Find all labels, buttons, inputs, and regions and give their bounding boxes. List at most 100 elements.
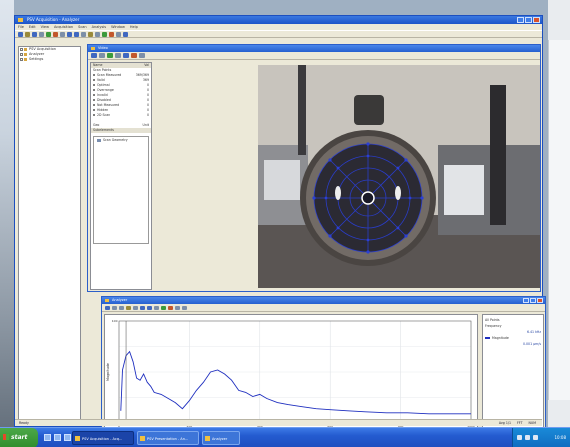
export-icon[interactable] bbox=[119, 305, 124, 310]
expand-icon[interactable] bbox=[20, 58, 23, 61]
spectrum-titlebar[interactable]: Analyzer bbox=[102, 297, 545, 304]
expand-icon[interactable] bbox=[20, 53, 23, 56]
scan-icon[interactable] bbox=[60, 31, 65, 37]
scan-point bbox=[366, 154, 370, 158]
list-item[interactable]: Scan Geometry bbox=[97, 138, 145, 142]
play-icon[interactable] bbox=[46, 31, 51, 37]
help-icon[interactable] bbox=[123, 31, 128, 37]
taskbar-item-presentation[interactable]: PSV Presentation - An... bbox=[137, 431, 199, 445]
app-window: PSV Acquisition - Analyzer File Edit Vie… bbox=[14, 15, 546, 436]
start-button[interactable]: start bbox=[0, 428, 38, 447]
spectrum-maximize-button[interactable] bbox=[530, 298, 536, 303]
camera-icon[interactable] bbox=[102, 31, 107, 37]
status-text: Ready bbox=[19, 421, 29, 425]
brightness-icon[interactable] bbox=[115, 53, 121, 58]
subelements-list[interactable]: Scan Geometry bbox=[93, 136, 149, 244]
pan-icon[interactable] bbox=[81, 31, 86, 37]
scale-icon[interactable] bbox=[133, 305, 138, 310]
dropdown-icon[interactable] bbox=[139, 53, 145, 58]
select-icon[interactable] bbox=[91, 53, 97, 58]
network-icon[interactable] bbox=[517, 435, 522, 440]
background-window-strip bbox=[548, 40, 570, 400]
main-toolbar bbox=[15, 30, 542, 38]
reflection bbox=[335, 186, 341, 200]
plot-grid bbox=[118, 321, 472, 423]
camera-image[interactable] bbox=[258, 65, 540, 288]
menu-window[interactable]: Window bbox=[111, 24, 125, 30]
settings-icon[interactable] bbox=[88, 31, 93, 37]
save-icon[interactable] bbox=[32, 31, 37, 37]
zoom-x-icon[interactable] bbox=[140, 305, 145, 310]
band-icon[interactable] bbox=[168, 305, 173, 310]
zoom-out-icon[interactable] bbox=[74, 31, 79, 37]
volume-icon[interactable] bbox=[525, 435, 530, 440]
disc-hub bbox=[361, 191, 375, 205]
spectrum-close-button[interactable] bbox=[537, 298, 543, 303]
tree-item-settings[interactable]: Settings bbox=[19, 57, 80, 62]
status-average: Avg 1/1 bbox=[498, 421, 511, 425]
right-clamp bbox=[444, 165, 484, 215]
live-video-icon[interactable] bbox=[107, 53, 113, 58]
spectrum-minimize-button[interactable] bbox=[523, 298, 529, 303]
bullet-icon bbox=[93, 84, 95, 86]
menu-analysis[interactable]: Analysis bbox=[92, 24, 106, 30]
marker-icon[interactable] bbox=[161, 305, 166, 310]
clock[interactable]: 10:08 bbox=[554, 435, 566, 440]
stop-icon[interactable] bbox=[53, 31, 58, 37]
copy-icon[interactable] bbox=[112, 305, 117, 310]
open-folder-icon[interactable] bbox=[25, 31, 30, 37]
app-icon bbox=[18, 18, 23, 22]
scan-point bbox=[324, 196, 328, 200]
peak-icon[interactable] bbox=[126, 305, 131, 310]
show-desktop-icon[interactable] bbox=[44, 434, 51, 441]
desktop-left-edge bbox=[0, 0, 14, 447]
scan-point bbox=[420, 196, 424, 200]
menu-view[interactable]: View bbox=[41, 24, 49, 30]
menu-scan[interactable]: Scan bbox=[78, 24, 87, 30]
focus-icon[interactable] bbox=[99, 53, 105, 58]
cursor-icon[interactable] bbox=[105, 305, 110, 310]
grid-toggle-icon[interactable] bbox=[175, 305, 180, 310]
status-bar: Ready Avg 1/1 FFT NUM bbox=[15, 419, 542, 426]
spectrum-plot[interactable]: 02004006008001000 0100 Frequency [kHz] M… bbox=[104, 314, 478, 436]
taskbar-item-analyzer[interactable]: Analyzer bbox=[202, 431, 240, 445]
define-points-icon[interactable] bbox=[131, 53, 137, 58]
status-numlock: NUM bbox=[528, 421, 536, 425]
legend-icon[interactable] bbox=[182, 305, 187, 310]
laser-icon[interactable] bbox=[109, 31, 114, 37]
media-icon[interactable] bbox=[64, 434, 71, 441]
zoom-in-icon[interactable] bbox=[67, 31, 72, 37]
taskbar-item-acquisition[interactable]: PSV Acquisition - Acq... bbox=[72, 431, 134, 445]
video-titlebar[interactable]: Video bbox=[88, 45, 540, 52]
status-mode: FFT bbox=[516, 421, 523, 425]
y-tick-labels: 0100 bbox=[112, 319, 118, 425]
video-toolbar bbox=[88, 52, 540, 60]
measure-icon[interactable] bbox=[116, 31, 121, 37]
browser-icon[interactable] bbox=[54, 434, 61, 441]
print-icon[interactable] bbox=[39, 31, 44, 37]
menu-acquisition[interactable]: Acquisition bbox=[54, 24, 73, 30]
close-button[interactable] bbox=[533, 17, 540, 23]
video-title: Video bbox=[98, 46, 108, 50]
zoom-y-icon[interactable] bbox=[147, 305, 152, 310]
app-titlebar[interactable]: PSV Acquisition - Analyzer bbox=[15, 16, 542, 24]
grid-icon[interactable] bbox=[95, 31, 100, 37]
zoom-icon[interactable] bbox=[123, 53, 129, 58]
menu-file[interactable]: File bbox=[18, 24, 24, 30]
autoscale-icon[interactable] bbox=[154, 305, 159, 310]
bullet-icon bbox=[93, 114, 95, 116]
maximize-button[interactable] bbox=[525, 17, 532, 23]
expand-icon[interactable] bbox=[20, 48, 23, 51]
security-icon[interactable] bbox=[533, 435, 538, 440]
new-icon[interactable] bbox=[18, 31, 23, 37]
menu-help[interactable]: Help bbox=[130, 24, 138, 30]
minimize-button[interactable] bbox=[517, 17, 524, 23]
bullet-icon bbox=[93, 94, 95, 96]
system-tray: 10:08 bbox=[512, 428, 570, 447]
subelements-header: Subelements bbox=[91, 128, 151, 133]
app-icon bbox=[140, 436, 145, 441]
y-axis-label: Magnitude bbox=[106, 363, 110, 381]
scan-point bbox=[328, 158, 332, 162]
menu-edit[interactable]: Edit bbox=[29, 24, 36, 30]
bullet-icon bbox=[93, 79, 95, 81]
